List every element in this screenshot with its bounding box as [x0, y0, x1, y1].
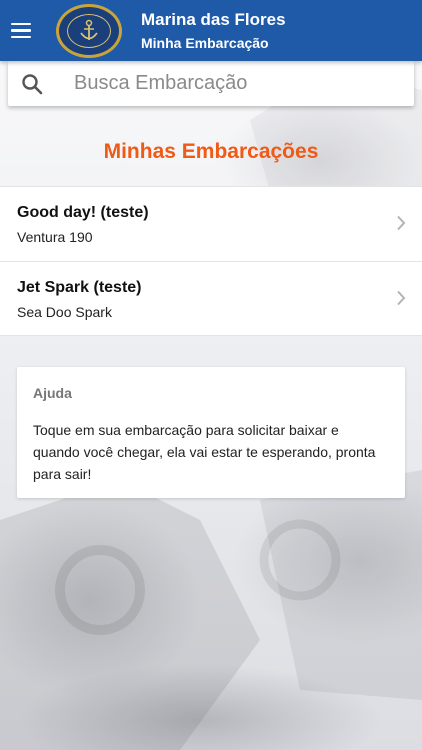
boat-model: Sea Doo Spark [17, 304, 112, 320]
help-card: Ajuda Toque em sua embarcação para solic… [17, 367, 405, 498]
chevron-right-icon [397, 215, 406, 231]
anchor-icon [80, 19, 98, 40]
app-title: Marina das Flores [141, 9, 286, 29]
boat-model: Ventura 190 [17, 229, 93, 245]
search-icon[interactable] [12, 73, 52, 95]
boat-name: Good day! (teste) [17, 204, 149, 221]
section-title: Minhas Embarcações [103, 140, 319, 163]
logo-icon [56, 3, 122, 58]
help-heading: Ajuda [33, 385, 72, 401]
header-titles: Marina das Flores Minha Embarcação [141, 10, 286, 52]
boat-list: Good day! (teste) Ventura 190 Jet Spark … [0, 186, 422, 336]
menu-button[interactable] [0, 0, 42, 61]
search-bar [8, 61, 414, 106]
list-item-boat-2[interactable]: Jet Spark (teste) Sea Doo Spark [0, 261, 422, 335]
app-header: Marina das Flores Minha Embarcação [0, 0, 422, 61]
help-text: Toque em sua embarcação para solicitar b… [33, 422, 376, 482]
boat-name: Jet Spark (teste) [17, 279, 142, 296]
page-subtitle: Minha Embarcação [141, 34, 269, 51]
menu-icon [11, 22, 31, 26]
chevron-right-icon [397, 290, 406, 306]
list-item-boat-1[interactable]: Good day! (teste) Ventura 190 [0, 187, 422, 261]
search-input[interactable] [74, 72, 394, 95]
